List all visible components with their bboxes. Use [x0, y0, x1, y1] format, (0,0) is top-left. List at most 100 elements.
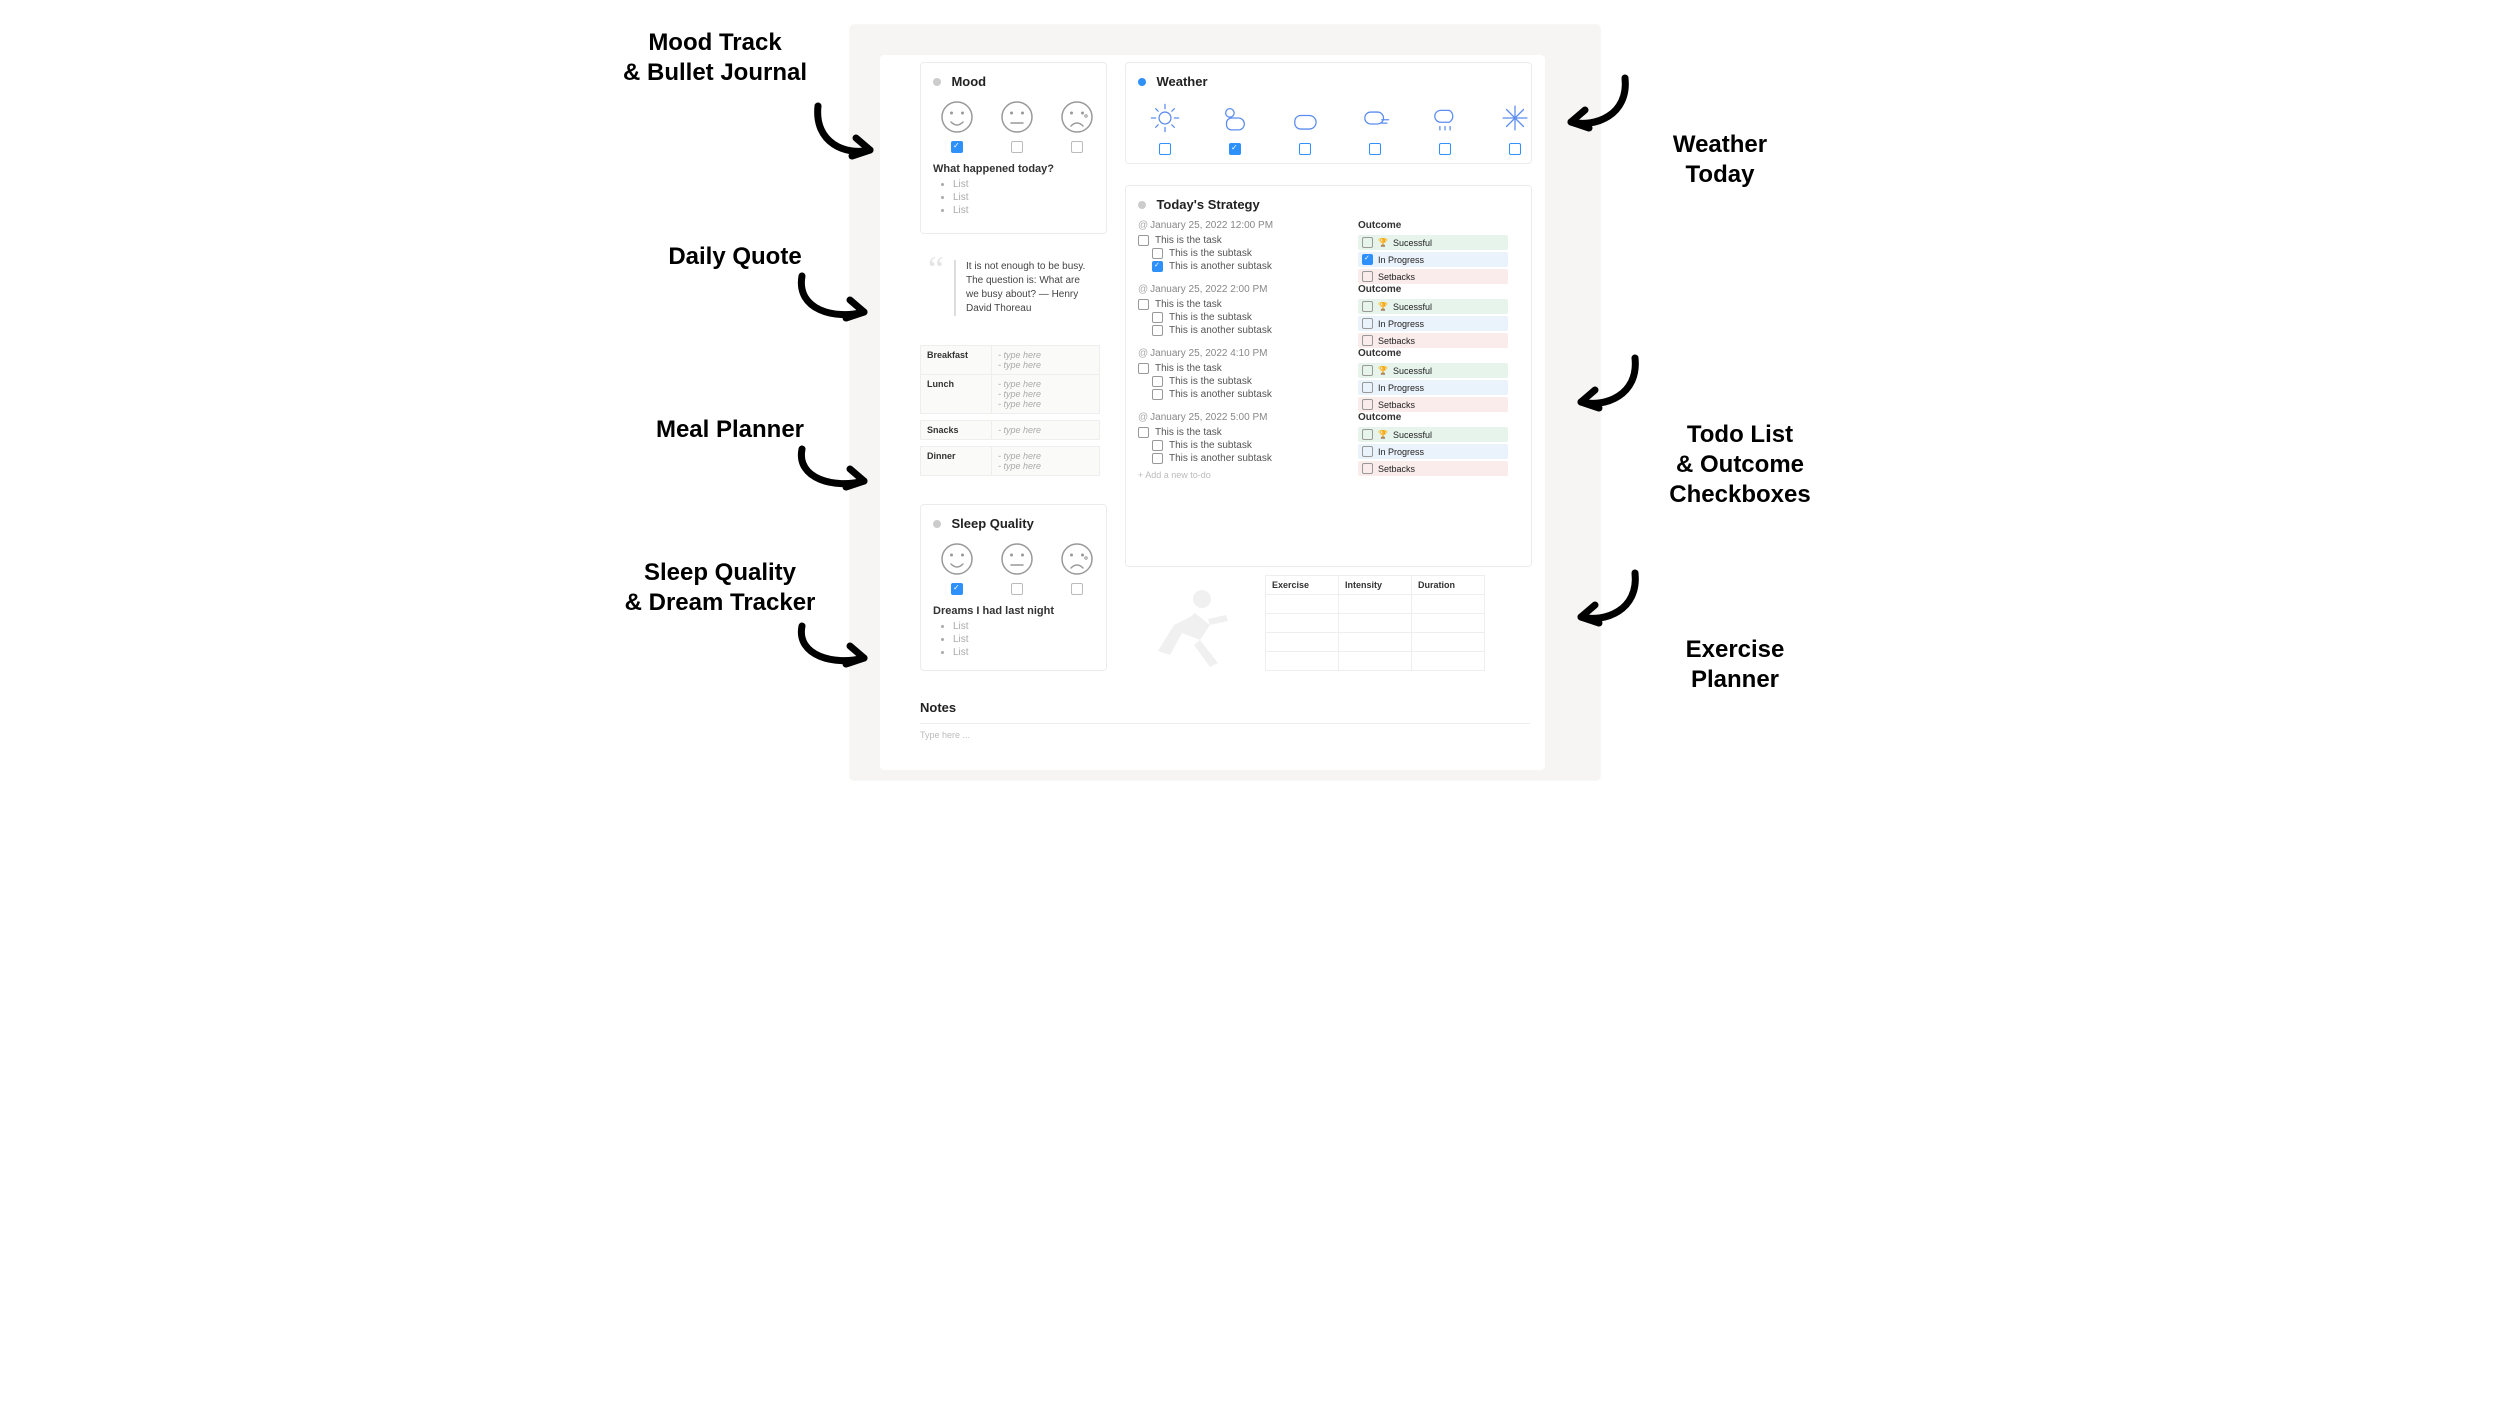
checkbox[interactable]: [1362, 429, 1373, 440]
partly-cloudy-icon[interactable]: [1218, 101, 1252, 135]
list-item[interactable]: List: [953, 179, 1094, 190]
bullet-icon: [1138, 201, 1146, 209]
ann-mood: Mood Track& Bullet Journal: [605, 28, 825, 88]
checkbox[interactable]: [1152, 261, 1163, 272]
subtask-text: This is another subtask: [1169, 261, 1272, 272]
meal-row[interactable]: Snacks- type here: [920, 420, 1100, 440]
outcome-row[interactable]: Setbacks: [1358, 269, 1508, 284]
checkbox[interactable]: [1152, 312, 1163, 323]
face-checkbox[interactable]: [1011, 141, 1023, 153]
task-text: This is the task: [1155, 235, 1222, 246]
outcome-heading: Outcome: [1358, 284, 1508, 295]
sunny-icon[interactable]: [1148, 101, 1182, 135]
outcome-row[interactable]: 🏆Sucessful: [1358, 299, 1508, 314]
checkbox[interactable]: [1362, 463, 1373, 474]
outcome-row[interactable]: 🏆Sucessful: [1358, 235, 1508, 250]
face-checkbox[interactable]: [1071, 583, 1083, 595]
outcome-row[interactable]: 🏆Sucessful: [1358, 427, 1508, 442]
trophy-icon: 🏆: [1378, 366, 1388, 375]
checkbox[interactable]: [1152, 440, 1163, 451]
face-checkbox[interactable]: [1011, 583, 1023, 595]
meal-row[interactable]: Lunch- type here- type here- type here: [920, 374, 1100, 414]
rainy-icon[interactable]: [1428, 101, 1462, 135]
checkbox[interactable]: [1152, 376, 1163, 387]
checkbox[interactable]: [1138, 363, 1149, 374]
face-happy-icon[interactable]: [939, 541, 975, 577]
snow-icon[interactable]: [1498, 101, 1532, 135]
meal-value[interactable]: - type here- type here: [992, 447, 1099, 475]
checkbox[interactable]: [1362, 318, 1373, 329]
list-item[interactable]: List: [953, 192, 1094, 203]
meal-row[interactable]: Dinner- type here- type here: [920, 446, 1100, 476]
exercise-row[interactable]: [1266, 595, 1485, 614]
face-happy-icon[interactable]: [939, 99, 975, 135]
outcome-row[interactable]: In Progress: [1358, 252, 1508, 267]
checkbox[interactable]: [1138, 427, 1149, 438]
outcome-heading: Outcome: [1358, 412, 1508, 423]
checkbox[interactable]: [1362, 271, 1373, 282]
list-item[interactable]: List: [953, 205, 1094, 216]
checkbox[interactable]: [1152, 453, 1163, 464]
meal-row[interactable]: Breakfast- type here- type here: [920, 345, 1100, 375]
subtask-text: This is another subtask: [1169, 325, 1272, 336]
ann-weather: WeatherToday: [1640, 130, 1800, 190]
checkbox[interactable]: [1138, 299, 1149, 310]
face-checkbox[interactable]: [951, 141, 963, 153]
face-checkbox[interactable]: [951, 583, 963, 595]
windy-icon[interactable]: [1358, 101, 1392, 135]
checkbox[interactable]: [1362, 301, 1373, 312]
checkbox[interactable]: [1152, 389, 1163, 400]
outcome-row[interactable]: In Progress: [1358, 444, 1508, 459]
ann-meal: Meal Planner: [630, 415, 830, 445]
checkbox[interactable]: [1362, 365, 1373, 376]
outcome-row[interactable]: In Progress: [1358, 316, 1508, 331]
checkbox[interactable]: [1362, 335, 1373, 346]
outcome-row[interactable]: In Progress: [1358, 380, 1508, 395]
checkbox[interactable]: [1362, 254, 1373, 265]
weather-checkbox[interactable]: [1439, 143, 1451, 155]
meal-value[interactable]: - type here: [992, 421, 1099, 439]
bullet-icon: [933, 520, 941, 528]
notes-title: Notes: [920, 700, 1530, 715]
quote-bar: [954, 260, 956, 316]
outcome-text: Sucessful: [1393, 430, 1432, 440]
face-sad-icon[interactable]: [1059, 541, 1095, 577]
arrow-exercise: [1565, 565, 1645, 635]
meal-value[interactable]: - type here- type here: [992, 346, 1099, 374]
weather-checkbox[interactable]: [1229, 143, 1241, 155]
meal-value[interactable]: - type here- type here- type here: [992, 375, 1099, 413]
sleep-faces: [939, 541, 1094, 595]
exercise-row[interactable]: [1266, 614, 1485, 633]
weather-checkbox[interactable]: [1159, 143, 1171, 155]
weather-checkbox[interactable]: [1299, 143, 1311, 155]
list-item[interactable]: List: [953, 621, 1094, 632]
face-neutral-icon[interactable]: [999, 541, 1035, 577]
outcome-text: Setbacks: [1378, 400, 1415, 410]
checkbox[interactable]: [1362, 399, 1373, 410]
weather-checkbox[interactable]: [1509, 143, 1521, 155]
checkbox[interactable]: [1152, 325, 1163, 336]
notes-placeholder[interactable]: Type here ...: [920, 723, 1530, 740]
outcome-row[interactable]: 🏆Sucessful: [1358, 363, 1508, 378]
checkbox[interactable]: [1362, 237, 1373, 248]
checkbox[interactable]: [1138, 235, 1149, 246]
checkbox[interactable]: [1362, 446, 1373, 457]
outcome-row[interactable]: Setbacks: [1358, 397, 1508, 412]
face-neutral-icon[interactable]: [999, 99, 1035, 135]
bullet-icon: [933, 78, 941, 86]
outcome-row[interactable]: Setbacks: [1358, 461, 1508, 476]
face-checkbox[interactable]: [1071, 141, 1083, 153]
cloudy-icon[interactable]: [1288, 101, 1322, 135]
face-sad-icon[interactable]: [1059, 99, 1095, 135]
meal-table: Breakfast- type here- type hereLunch- ty…: [920, 345, 1100, 475]
strategy-title: Today's Strategy: [1156, 197, 1259, 212]
checkbox[interactable]: [1152, 248, 1163, 259]
weather-checkbox[interactable]: [1369, 143, 1381, 155]
exercise-row[interactable]: [1266, 652, 1485, 671]
checkbox[interactable]: [1362, 382, 1373, 393]
list-item[interactable]: List: [953, 634, 1094, 645]
outcome-row[interactable]: Setbacks: [1358, 333, 1508, 348]
subtask-text: This is the subtask: [1169, 248, 1252, 259]
exercise-row[interactable]: [1266, 633, 1485, 652]
list-item[interactable]: List: [953, 647, 1094, 658]
